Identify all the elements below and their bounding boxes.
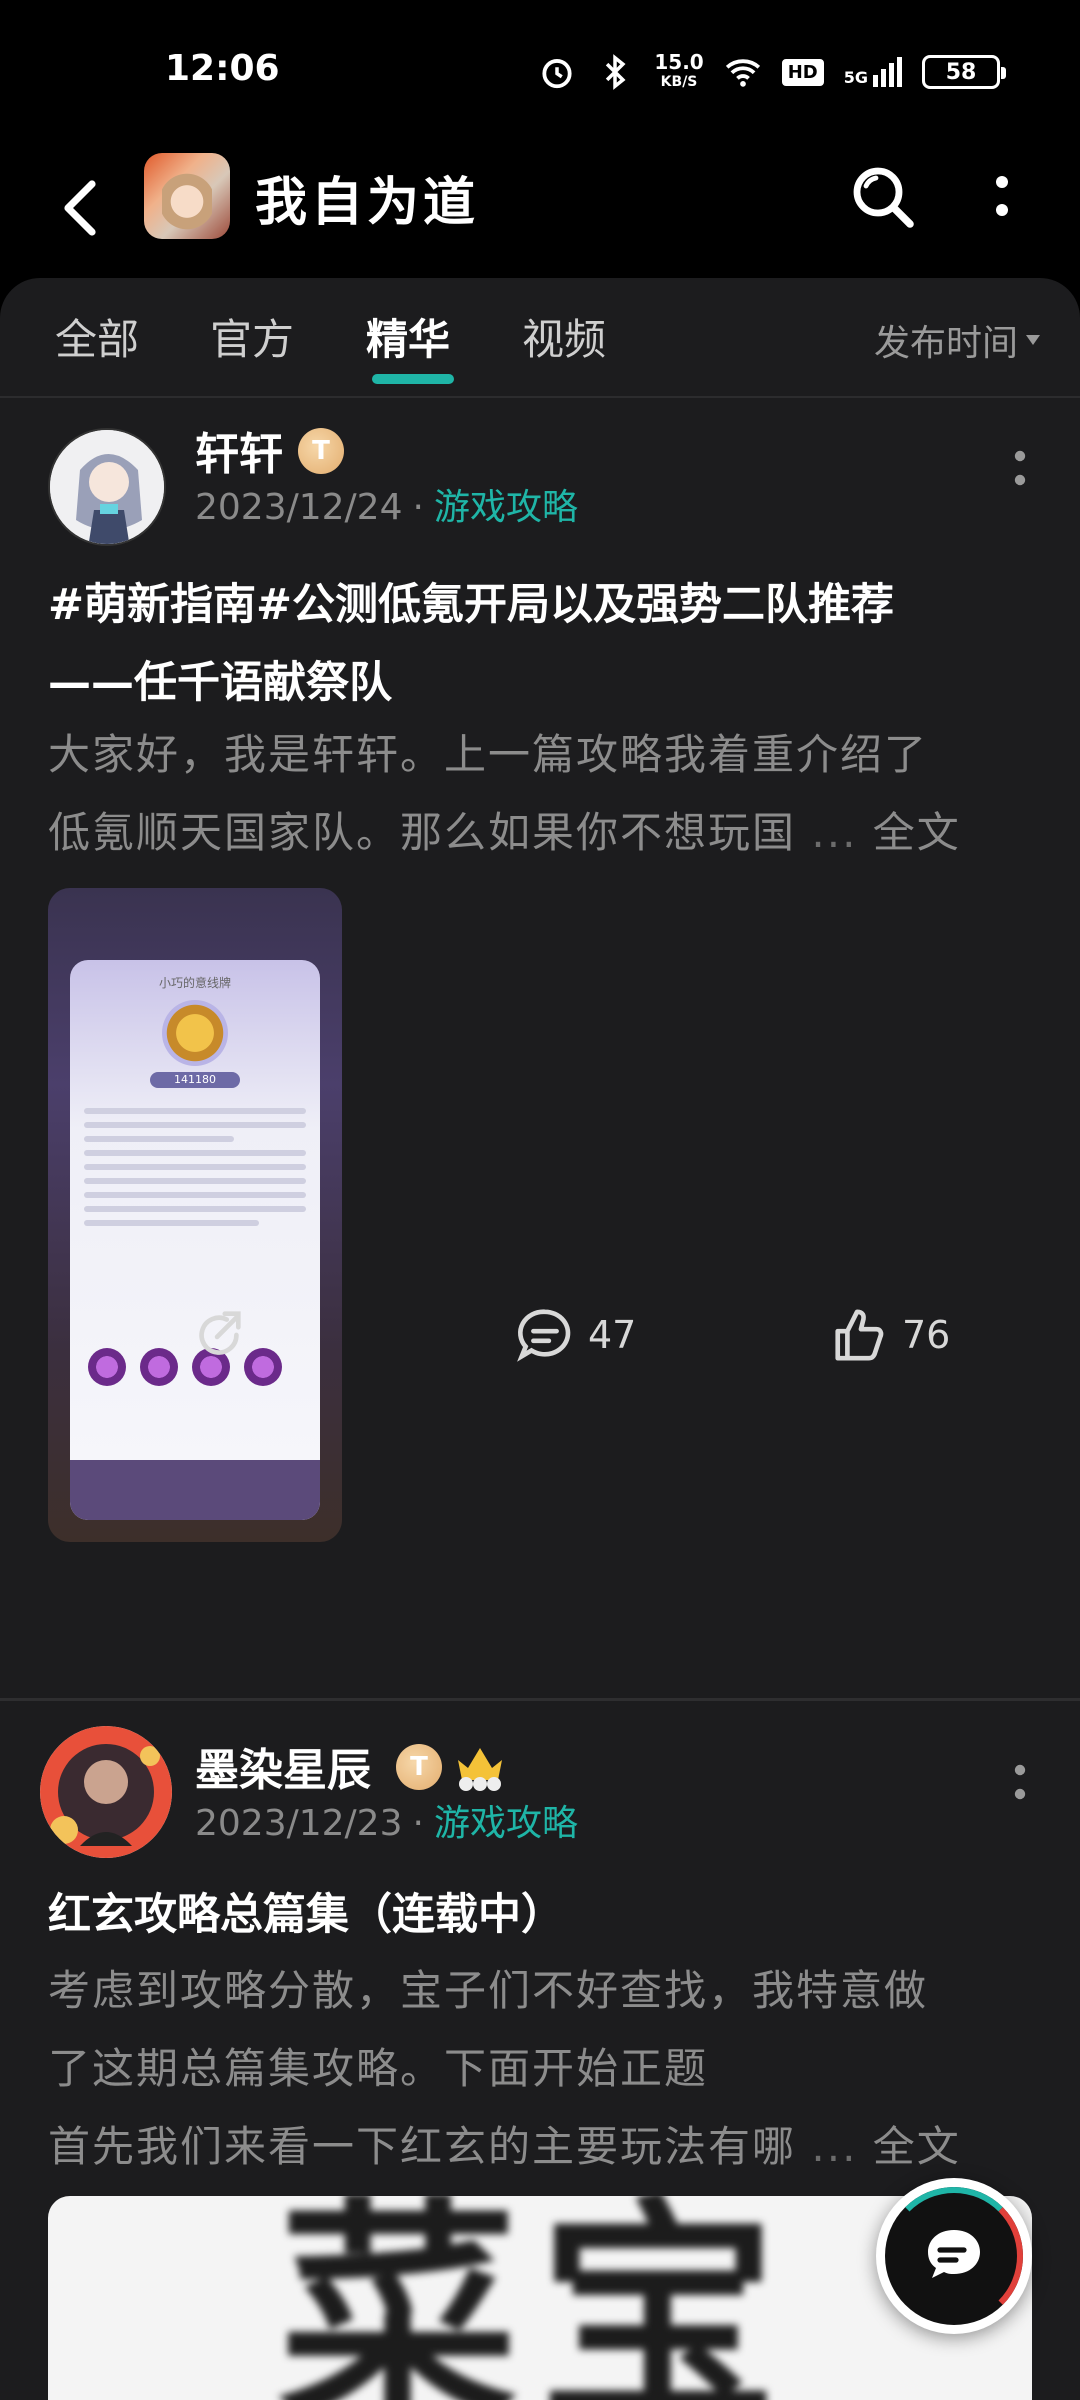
tab-featured[interactable]: 精华 xyxy=(366,306,450,367)
signal-icon: 5G xyxy=(844,57,902,87)
post-excerpt-line: 大家好，我是轩轩。上一篇攻略我着重介绍了 xyxy=(48,730,929,779)
meta-separator: · xyxy=(412,487,424,528)
post-excerpt[interactable]: 大家好，我是轩轩。上一篇攻略我着重介绍了 低氪顺天国家队。那么如果你不想玩国 .… xyxy=(48,716,1028,872)
read-more-link[interactable]: 全文 xyxy=(873,808,961,857)
read-more-link[interactable]: 全文 xyxy=(873,2122,961,2171)
post-title-line: ——任千语献祭队 xyxy=(48,658,392,708)
search-button[interactable] xyxy=(848,162,920,234)
post-category[interactable]: 游戏攻略 xyxy=(434,1803,578,1844)
more-vertical-icon xyxy=(996,176,1008,216)
more-vertical-icon xyxy=(1014,450,1026,486)
author-name[interactable]: 墨染星辰 xyxy=(195,1734,371,1798)
meta-separator: · xyxy=(412,1803,424,1844)
more-options-button[interactable] xyxy=(980,162,1024,234)
network-type: 5G xyxy=(843,68,868,87)
ellipsis: ... xyxy=(811,808,858,857)
like-button[interactable]: 76 xyxy=(830,1306,950,1364)
post-excerpt-line: 低氪顺天国家队。那么如果你不想玩国 ... 全文 xyxy=(48,794,1028,872)
post-excerpt-text: 低氪顺天国家队。那么如果你不想玩国 xyxy=(48,808,797,857)
battery-icon: 58 xyxy=(922,55,1006,89)
chat-button[interactable] xyxy=(876,2178,1032,2334)
content-panel: 全部 官方 精华 视频 发布时间 轩轩 T 2023/12/24·游戏攻略 xyxy=(0,278,1080,2400)
app-header: 我自为道 xyxy=(0,140,1080,280)
avatar-image xyxy=(50,430,164,544)
post-category[interactable]: 游戏攻略 xyxy=(434,487,578,528)
tab-official[interactable]: 官方 xyxy=(210,306,294,367)
search-icon xyxy=(853,167,914,228)
share-icon xyxy=(199,1311,241,1355)
more-vertical-icon xyxy=(1014,1764,1026,1800)
tab-video[interactable]: 视频 xyxy=(522,306,606,367)
card-footer xyxy=(70,1460,320,1520)
alarm-icon xyxy=(542,59,572,89)
post-excerpt-line: 了这期总篇集攻略。下面开始正题 xyxy=(48,2044,709,2093)
post-title[interactable]: #萌新指南#公测低氪开局以及强势二队推荐 ——任千语献祭队 xyxy=(48,566,1028,722)
card-value: 141180 xyxy=(150,1072,240,1088)
post-divider xyxy=(0,1698,1080,1701)
status-bar: 12:06 15.0 KB/S HD 5G 58 xyxy=(0,0,1080,140)
app-logo xyxy=(144,153,230,239)
share-button[interactable] xyxy=(190,1306,248,1364)
avatar[interactable] xyxy=(48,428,166,546)
avatar-image xyxy=(40,1726,172,1858)
comment-count: 47 xyxy=(588,1313,637,1357)
post-card[interactable]: 轩轩 T 2023/12/24 · 游戏攻略 #萌新指南#公测低氪开局以及强势二队推… xyxy=(0,398,1080,1542)
chat-button-inner xyxy=(885,2187,1023,2325)
active-tab-indicator xyxy=(372,374,454,384)
comment-icon xyxy=(517,1309,571,1362)
card-title: 小巧的意线牌 xyxy=(158,976,231,990)
author-name[interactable]: 轩轩 xyxy=(195,418,283,482)
gem-icon xyxy=(162,1000,228,1066)
battery-level: 58 xyxy=(945,59,977,85)
post-actions: 47 76 xyxy=(0,1306,1080,1396)
post-excerpt[interactable]: 考虑到攻略分散，宝子们不好查找，我特意做 了这期总篇集攻略。下面开始正题 首先我… xyxy=(48,1952,1028,2186)
filter-tabs: 全部 官方 精华 视频 发布时间 xyxy=(0,278,1080,398)
post-more-button[interactable] xyxy=(1000,438,1040,498)
back-button[interactable] xyxy=(52,168,108,248)
tab-all[interactable]: 全部 xyxy=(55,306,139,367)
level-badge: T xyxy=(396,1744,442,1790)
status-time: 12:06 xyxy=(165,48,280,89)
post-title-line: #萌新指南#公测低氪开局以及强势二队推荐 xyxy=(48,580,895,630)
chevron-down-icon xyxy=(1026,335,1040,345)
network-speed: 15.0 KB/S xyxy=(654,52,703,92)
like-count: 76 xyxy=(902,1313,951,1357)
post-meta: 2023/12/23 · 游戏攻略 xyxy=(195,1794,578,1846)
page-title: 我自为道 xyxy=(255,173,480,233)
comment-button[interactable]: 47 xyxy=(516,1306,636,1364)
post-meta: 2023/12/24 · 游戏攻略 xyxy=(195,478,578,530)
avatar[interactable] xyxy=(40,1726,172,1858)
bluetooth-icon xyxy=(606,54,626,90)
hd-badge: HD xyxy=(781,58,824,86)
post-excerpt-line: 考虑到攻略分散，宝子们不好查找，我特意做 xyxy=(48,1966,929,2015)
chat-ring xyxy=(885,2187,1023,2325)
sort-label: 发布时间 xyxy=(873,323,1018,364)
back-arrow-icon xyxy=(64,180,96,236)
post-date: 2023/12/23 xyxy=(195,1803,403,1844)
sort-dropdown[interactable]: 发布时间 xyxy=(874,314,1040,366)
game-card-screenshot: 小巧的意线牌 141180 xyxy=(70,960,320,1520)
post-excerpt-text: 首先我们来看一下红玄的主要玩法有哪 xyxy=(48,2122,797,2171)
post-excerpt-line: 首先我们来看一下红玄的主要玩法有哪 ... 全文 xyxy=(48,2108,1028,2186)
ellipsis: ... xyxy=(811,2122,858,2171)
wifi-icon xyxy=(725,59,760,87)
crown-icon xyxy=(458,1748,502,1791)
card-text-lines xyxy=(70,1100,320,1234)
post-title[interactable]: 红玄攻略总篇集（连载中） xyxy=(48,1876,1028,1954)
post-image[interactable]: 小巧的意线牌 141180 xyxy=(48,888,342,1542)
level-badge: T xyxy=(298,428,344,474)
status-icons: 15.0 KB/S HD 5G 58 xyxy=(538,50,1006,94)
thumbs-up-icon xyxy=(835,1309,884,1361)
post-image-text: 菜宝 xyxy=(278,2196,798,2400)
post-date: 2023/12/24 xyxy=(195,487,403,528)
network-speed-unit: KB/S xyxy=(660,74,698,90)
network-speed-value: 15.0 xyxy=(654,50,704,74)
post-more-button[interactable] xyxy=(1000,1752,1040,1812)
